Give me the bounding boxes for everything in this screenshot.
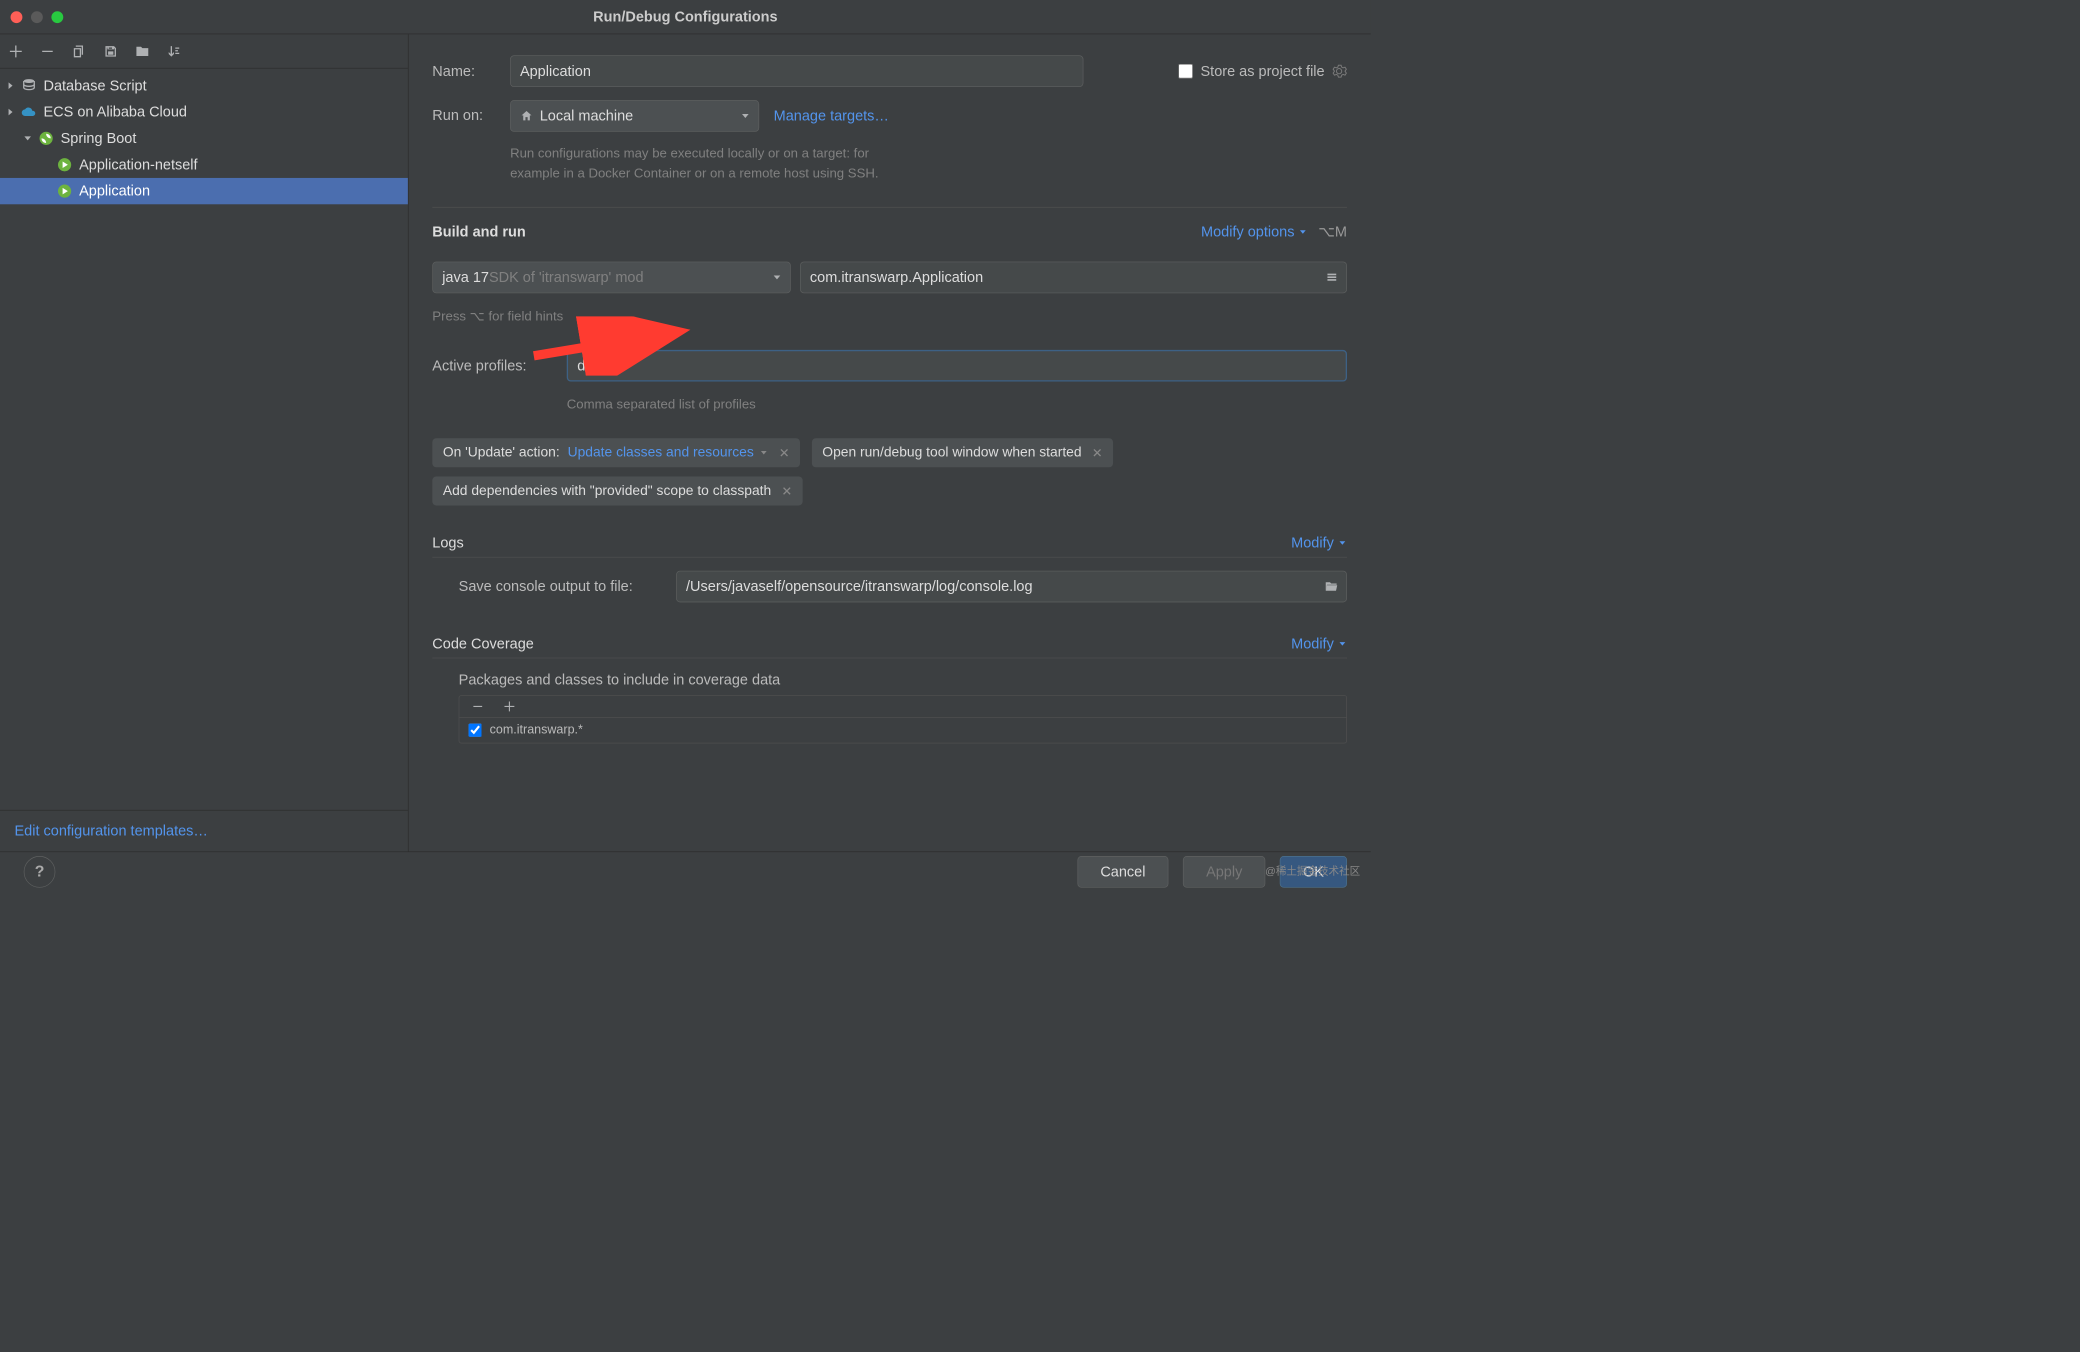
modify-options-link[interactable]: Modify options [1201,223,1308,240]
minimize-window-icon[interactable] [31,11,43,23]
run-on-label: Run on: [432,100,510,124]
spring-run-icon [57,183,73,199]
apply-button[interactable]: Apply [1183,856,1265,888]
manage-targets-link[interactable]: Manage targets… [774,107,889,124]
chevron-down-icon [1298,227,1307,236]
chip-provided-deps[interactable]: Add dependencies with "provided" scope t… [432,476,803,505]
dialog-title: Run/Debug Configurations [593,8,777,25]
main-panel: Name: Store as project file Run on: Loca… [409,34,1371,851]
tree-label: ECS on Alibaba Cloud [43,103,186,120]
save-console-input[interactable]: /Users/javaself/opensource/itranswarp/lo… [676,571,1347,603]
database-icon [21,78,37,94]
logs-modify-link[interactable]: Modify [1291,534,1347,551]
active-profiles-hint: Comma separated list of profiles [567,395,1347,415]
sidebar: Database Script ECS on Alibaba Cloud Spr… [0,34,409,851]
coverage-table: com.itranswarp.* [459,695,1347,743]
chevron-down-icon [740,111,751,122]
remove-icon[interactable] [471,700,484,713]
chip-on-update[interactable]: On 'Update' action: Update classes and r… [432,438,800,467]
run-on-select[interactable]: Local machine [510,100,759,132]
build-run-heading: Build and run [432,223,525,240]
cancel-button[interactable]: Cancel [1077,856,1168,888]
chip-open-tool-window[interactable]: Open run/debug tool window when started [812,438,1113,467]
chevron-right-icon [5,107,16,118]
coverage-heading: Code Coverage [432,635,534,652]
coverage-modify-link[interactable]: Modify [1291,635,1347,652]
tree-label: Application [79,183,150,200]
spring-run-icon [57,157,73,173]
copy-icon[interactable] [71,43,87,59]
chevron-down-icon [1338,538,1347,547]
logs-heading: Logs [432,534,463,551]
field-hints: Press ⌥ for field hints [432,306,1347,326]
packages-label: Packages and classes to include in cover… [459,672,1347,689]
tree-item-ecs-alibaba[interactable]: ECS on Alibaba Cloud [0,99,408,125]
run-on-hint: Run configurations may be executed local… [510,144,889,184]
cloud-icon [21,104,37,120]
tree-label: Database Script [43,77,146,94]
close-icon[interactable] [1092,447,1103,458]
tree-item-spring-boot[interactable]: Spring Boot [0,125,408,151]
folder-open-icon[interactable] [1324,579,1338,593]
active-profiles-input[interactable] [567,350,1347,382]
chevron-down-icon [22,133,33,144]
help-button[interactable]: ? [24,856,56,888]
name-input[interactable] [510,55,1083,87]
main-class-input[interactable]: com.itranswarp.Application [800,262,1347,294]
add-icon[interactable] [8,43,24,59]
title-bar: Run/Debug Configurations [0,0,1371,34]
active-profiles-label: Active profiles: [432,357,566,374]
chevron-right-icon [5,80,16,91]
spring-icon [38,130,54,146]
coverage-row-checkbox[interactable] [469,724,482,737]
shortcut-label: ⌥M [1318,223,1347,240]
tree-item-application-netself[interactable]: Application-netself [0,152,408,178]
tree-label: Application-netself [79,156,197,173]
watermark: @稀土掘金技术社区 [1265,862,1360,878]
window-controls [0,11,63,23]
save-console-label: Save console output to file: [459,578,676,595]
store-as-file-checkbox[interactable]: Store as project file [1178,63,1325,80]
close-icon[interactable] [782,486,793,497]
edit-templates-link[interactable]: Edit configuration templates… [0,810,408,852]
jdk-select[interactable]: java 17 SDK of 'itranswarp' mod [432,262,790,294]
folder-icon[interactable] [134,43,150,59]
config-tree: Database Script ECS on Alibaba Cloud Spr… [0,69,408,810]
tree-item-application[interactable]: Application [0,178,408,204]
chevron-down-icon [759,448,768,457]
home-icon [520,109,533,122]
remove-icon[interactable] [40,43,56,59]
save-icon[interactable] [103,43,119,59]
list-icon[interactable] [1325,271,1338,284]
close-window-icon[interactable] [11,11,23,23]
add-icon[interactable] [503,700,516,713]
sidebar-toolbar [0,34,408,68]
tree-item-database-script[interactable]: Database Script [0,72,408,98]
zoom-window-icon[interactable] [51,11,63,23]
dialog-footer: ? Cancel Apply OK [0,851,1371,891]
close-icon[interactable] [779,447,790,458]
chevron-down-icon [772,272,783,283]
name-label: Name: [432,63,510,80]
gear-icon[interactable] [1331,63,1347,79]
coverage-row[interactable]: com.itranswarp.* [459,718,1346,743]
tree-label: Spring Boot [61,130,137,147]
chevron-down-icon [1338,639,1347,648]
sort-icon[interactable] [166,43,182,59]
